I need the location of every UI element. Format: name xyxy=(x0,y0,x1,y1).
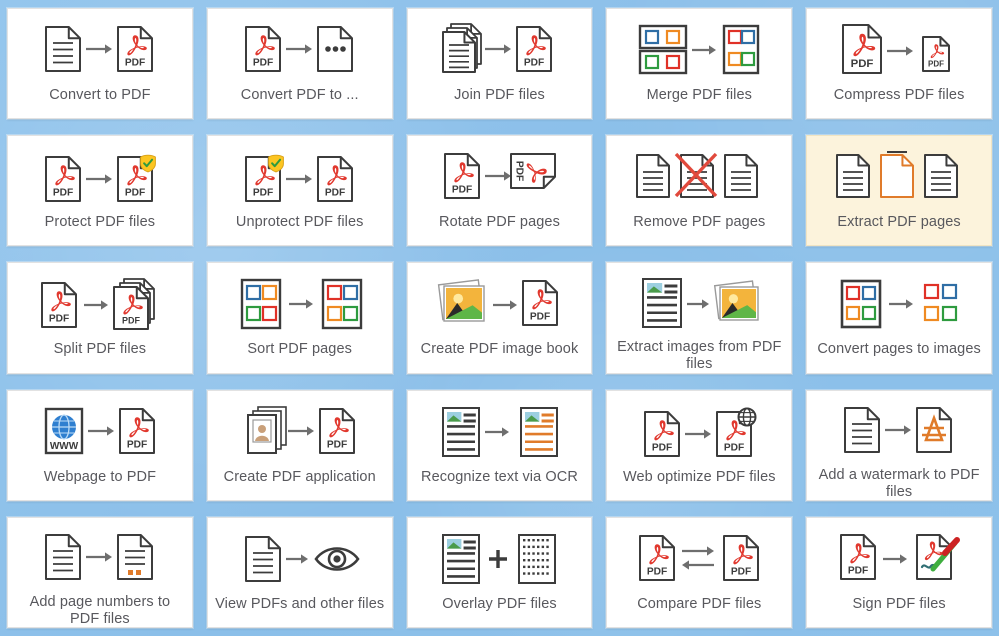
grid2-arrow-grid4-icon xyxy=(636,22,762,78)
svg-text:PDF: PDF xyxy=(848,565,868,576)
tile-label: Extract PDF pages xyxy=(837,214,961,231)
tile-label: Add a watermark to PDF files xyxy=(818,466,980,500)
tile-recognize-text-via-ocr[interactable]: Recognize text via OCR xyxy=(406,389,593,501)
tile-label: Webpage to PDF xyxy=(43,468,157,485)
tile-label: Create PDF image book xyxy=(420,341,579,358)
tile-extract-images-from-pdf[interactable]: Extract images from PDF files xyxy=(606,262,793,374)
tile-remove-pdf-pages[interactable]: Remove PDF pages xyxy=(606,135,793,247)
pdf-twoarrows-pdf-icon: PDF PDF xyxy=(636,531,762,587)
svg-text:PDF: PDF xyxy=(49,314,69,325)
tile-label: Join PDF files xyxy=(454,87,545,103)
svg-text:PDF: PDF xyxy=(731,566,751,577)
tile-label: Compare PDF files xyxy=(637,595,762,612)
docstack-arrow-pdf-icon: PDF xyxy=(439,22,559,78)
svg-text:PDF: PDF xyxy=(514,161,525,181)
tile-label: Recognize text via OCR xyxy=(421,468,578,485)
tile-overlay-pdf-files[interactable]: Overlay PDF files xyxy=(406,516,593,628)
svg-text:PDF: PDF xyxy=(327,439,347,450)
tool-grid: PDF Convert to PDF PDF Convert PDF to ... PD… xyxy=(0,0,999,636)
svg-text:PDF: PDF xyxy=(851,58,874,70)
svg-text:PDF: PDF xyxy=(524,57,544,68)
tile-join-pdf-files[interactable]: PDF Join PDF files xyxy=(406,8,593,120)
tile-label: Merge PDF files xyxy=(646,87,753,103)
photos-arrow-pdf-icon: PDF xyxy=(437,276,561,332)
tile-rotate-pdf-pages[interactable]: PDF PDF Rotate PDF pages xyxy=(406,135,593,247)
svg-text:PDF: PDF xyxy=(53,187,73,198)
tile-split-pdf-files[interactable]: PDF PDF Split PDF files xyxy=(7,262,193,374)
tile-label: Rotate PDF pages xyxy=(439,214,560,231)
tile-protect-pdf-files[interactable]: PDF PDF Protect PDF files xyxy=(7,135,193,247)
tile-convert-pages-to-images[interactable]: Convert pages to images xyxy=(806,262,992,374)
tile-label: Split PDF files xyxy=(53,341,147,358)
article-arrow-ocr-icon xyxy=(437,404,561,460)
pdf-arrow-rotatedpdf-icon: PDF PDF xyxy=(439,149,559,205)
tile-label: Create PDF application xyxy=(223,468,376,485)
tile-web-optimize-pdf-files[interactable]: PDF PDF Web optimize PDF files xyxy=(606,389,793,501)
tile-compare-pdf-files[interactable]: PDF PDF Compare PDF files xyxy=(606,516,793,628)
tile-label: Unprotect PDF files xyxy=(235,214,364,231)
tile-label: Add page numbers to PDF files xyxy=(29,593,171,627)
tile-label: Web optimize PDF files xyxy=(622,468,776,485)
pdf-arrow-signedpdf-icon: PDF xyxy=(837,531,961,587)
tile-unprotect-pdf-files[interactable]: PDF PDF Unprotect PDF files xyxy=(206,135,393,247)
tile-sign-pdf-files[interactable]: PDF Sign PDF files xyxy=(806,516,992,628)
three-docs-crossed-icon xyxy=(635,149,763,205)
tile-label: Overlay PDF files xyxy=(442,595,557,612)
article-plus-dots-icon xyxy=(437,531,561,587)
tile-add-watermark-to-pdf[interactable]: Add a watermark to PDF files xyxy=(806,389,992,501)
tile-add-page-numbers[interactable]: Add page numbers to PDF files xyxy=(7,516,193,628)
svg-text:PDF: PDF xyxy=(724,442,744,453)
pdf-arrow-pdfshield-icon: PDF PDF xyxy=(40,149,160,205)
svg-text:PDF: PDF xyxy=(125,57,145,68)
tile-webpage-to-pdf[interactable]: WWW PDF Webpage to PDF xyxy=(7,389,193,501)
svg-text:PDF: PDF xyxy=(928,60,944,69)
tile-merge-pdf-files[interactable]: Merge PDF files xyxy=(606,8,793,120)
svg-text:PDF: PDF xyxy=(253,57,273,68)
svg-text:PDF: PDF xyxy=(647,566,667,577)
tile-label: Convert pages to images xyxy=(817,341,981,358)
svg-text:PDF: PDF xyxy=(652,442,672,453)
pdf-arrow-dots-icon: PDF xyxy=(240,22,360,78)
tile-create-pdf-image-book[interactable]: PDF Create PDF image book xyxy=(406,262,593,374)
pdf-arrow-smallpdf-icon: PDF PDF xyxy=(839,22,959,78)
tile-view-pdfs-and-other[interactable]: View PDFs and other files xyxy=(206,516,393,628)
tile-label: Convert PDF to ... xyxy=(240,87,359,103)
tile-label: Remove PDF pages xyxy=(633,214,766,231)
doc-arrow-pdf-icon: PDF xyxy=(40,22,160,78)
tile-label: View PDFs and other files xyxy=(215,595,385,612)
article-arrow-photos-icon xyxy=(637,276,761,330)
tile-label: Extract images from PDF files xyxy=(617,339,782,373)
doc-arrow-watermark-icon xyxy=(839,404,959,458)
tile-label: Compress PDF files xyxy=(833,87,965,103)
gridpage-arrow-gridpage-icon xyxy=(237,276,363,332)
svg-text:PDF: PDF xyxy=(122,316,141,326)
tile-label: Convert to PDF xyxy=(49,87,151,103)
tile-sort-pdf-pages[interactable]: Sort PDF pages xyxy=(206,262,393,374)
tile-extract-pdf-pages[interactable]: Extract PDF pages xyxy=(806,135,992,247)
www-arrow-pdf-icon: WWW PDF xyxy=(40,404,160,460)
svg-text:PDF: PDF xyxy=(127,439,147,450)
doc-arrow-eye-icon xyxy=(240,531,360,587)
pdfshield-arrow-pdf-icon: PDF PDF xyxy=(240,149,360,205)
svg-text:PDF: PDF xyxy=(253,187,273,198)
tile-label: Protect PDF files xyxy=(44,214,156,231)
tile-label: Sign PDF files xyxy=(852,595,946,612)
tile-create-pdf-application[interactable]: PDF Create PDF application xyxy=(206,389,393,501)
svg-text:WWW: WWW xyxy=(50,441,79,452)
svg-text:PDF: PDF xyxy=(325,187,345,198)
tile-label: Sort PDF pages xyxy=(247,341,352,358)
tile-convert-pdf-to[interactable]: PDF Convert PDF to ... xyxy=(206,8,393,120)
doc-arrow-numbered-icon xyxy=(40,531,160,585)
tile-convert-to-pdf[interactable]: PDF Convert to PDF xyxy=(7,8,193,120)
svg-text:PDF: PDF xyxy=(452,184,472,195)
pdf-arrow-pdfstack-icon: PDF PDF xyxy=(38,276,162,332)
three-docs-middle-orange-icon xyxy=(835,149,963,205)
gridpage-arrow-squares-icon xyxy=(837,276,961,332)
forms-arrow-pdf-icon: PDF xyxy=(240,404,360,460)
svg-text:PDF: PDF xyxy=(530,312,550,323)
svg-text:PDF: PDF xyxy=(125,187,145,198)
tile-compress-pdf-files[interactable]: PDF PDF Compress PDF files xyxy=(806,8,992,120)
pdf-arrow-pdfglobe-icon: PDF PDF xyxy=(639,404,759,460)
